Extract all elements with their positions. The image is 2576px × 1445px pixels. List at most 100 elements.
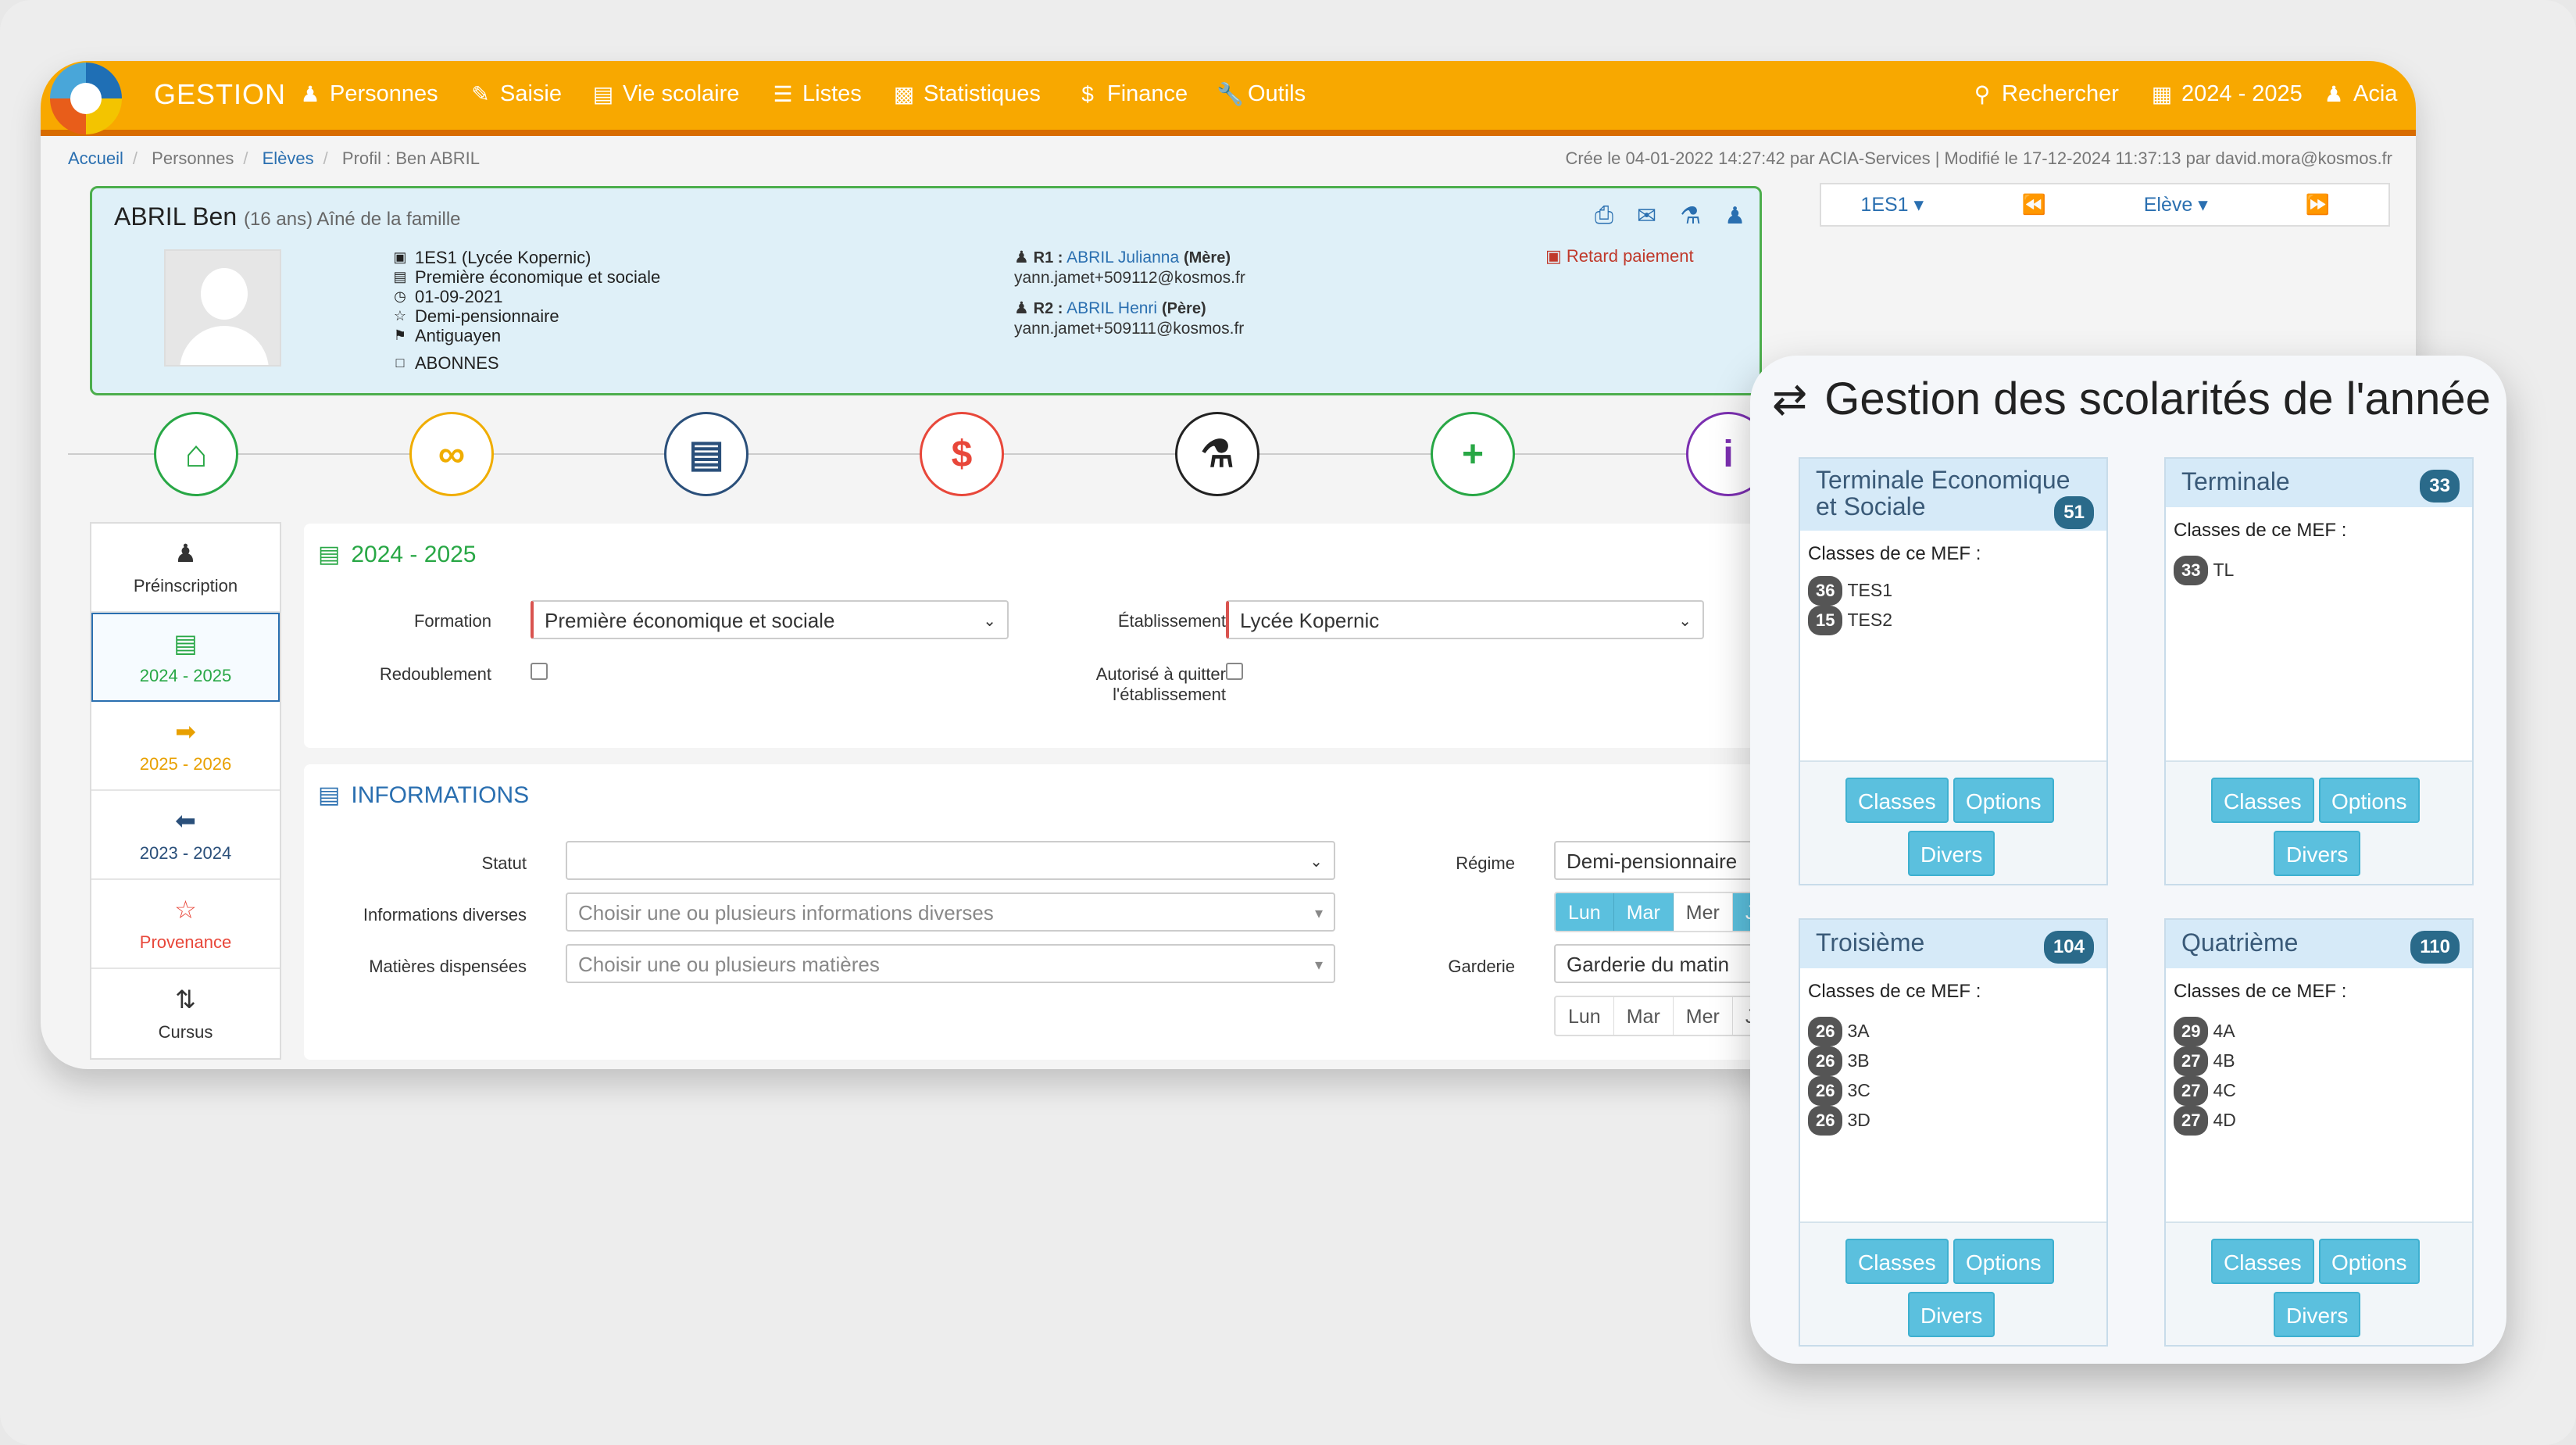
year-selector[interactable]: ▦ 2024 - 2025: [2150, 81, 2303, 107]
sidemenu-cursus[interactable]: ⇅ Cursus: [91, 969, 280, 1058]
flag-icon: ⚑: [393, 327, 407, 343]
matieres-placeholder: Choisir une ou plusieurs matières: [578, 953, 880, 976]
nav-vie-scolaire[interactable]: ▤ Vie scolaire: [591, 81, 740, 107]
eleve-dropdown[interactable]: Elève ▾: [2105, 193, 2247, 216]
search-link[interactable]: ⚲ Rechercher: [1970, 81, 2119, 107]
matieres-select[interactable]: Choisir une ou plusieurs matières ▾: [566, 944, 1335, 983]
list-item[interactable]: 27 4B: [2174, 1046, 2236, 1076]
list-item[interactable]: 26 3C: [1808, 1076, 1870, 1106]
nav-finance[interactable]: $ Finance: [1076, 81, 1188, 107]
cutlery-icon[interactable]: ⚗: [1175, 412, 1259, 496]
sidemenu-2025-2026[interactable]: ➡ 2025 - 2026: [91, 702, 280, 791]
student-navigator: 1ES1 ▾ ⏪ Elève ▾ ⏩: [1820, 183, 2390, 227]
r1-name-link[interactable]: ABRIL Julianna: [1066, 249, 1179, 266]
mef-class-list: 36 TES1 15 TES2: [1808, 576, 1892, 635]
etablissement-select[interactable]: Lycée Kopernic ⌄: [1226, 600, 1704, 639]
bar-chart-icon: ▩: [893, 82, 915, 106]
previous-icon[interactable]: ⏪: [1963, 194, 2106, 216]
divers-button[interactable]: Divers: [2274, 1292, 2361, 1337]
plus-circle-icon[interactable]: +: [1431, 412, 1515, 496]
mef-class-list: 33 TL: [2174, 556, 2234, 585]
day-toggle[interactable]: Mar: [1614, 997, 1674, 1035]
divers-button[interactable]: Divers: [1908, 831, 1995, 876]
list-item[interactable]: 26 3A: [1808, 1017, 1870, 1046]
dollar-icon[interactable]: $: [920, 412, 1004, 496]
day-toggle[interactable]: Lun: [1556, 893, 1614, 931]
nav-saisie[interactable]: ✎ Saisie: [469, 81, 562, 107]
options-button[interactable]: Options: [1953, 1239, 2054, 1284]
infos-diverses-label: Informations diverses: [363, 905, 527, 925]
mef-sub-label: Classes de ce MEF :: [1808, 543, 1981, 564]
divers-button[interactable]: Divers: [1908, 1292, 1995, 1337]
year-label: 2024 - 2025: [2181, 81, 2303, 106]
redoublement-label: Redoublement: [379, 664, 491, 684]
class-count-badge: 27: [2174, 1046, 2209, 1076]
mef-class-list: 26 3A 26 3B 26 3C 26 3D: [1808, 1017, 1870, 1136]
infos-diverses-placeholder: Choisir une ou plusieurs informations di…: [578, 901, 994, 925]
building-icon: ▣: [393, 249, 407, 265]
list-item[interactable]: 29 4A: [2174, 1017, 2236, 1046]
sidemenu-preinscription[interactable]: ♟ Préinscription: [91, 524, 280, 613]
walking-icon: ☆: [393, 308, 407, 324]
nav-outils[interactable]: 🔧 Outils: [1217, 81, 1306, 107]
day-toggle[interactable]: Mer: [1674, 893, 1733, 931]
student-profile-card: ABRIL Ben (16 ans) Aîné de la famille ▣ 1…: [90, 186, 1762, 395]
list-item[interactable]: 26 3D: [1808, 1106, 1870, 1136]
nav-personnes[interactable]: ♟ Personnes: [298, 81, 438, 107]
breadcrumb-accueil[interactable]: Accueil: [68, 148, 123, 168]
list-item[interactable]: 27 4D: [2174, 1106, 2236, 1136]
class-name: 3A: [1847, 1021, 1870, 1041]
redoublement-checkbox[interactable]: [531, 663, 548, 680]
autorise-checkbox[interactable]: [1226, 663, 1243, 680]
day-toggle[interactable]: Mer: [1674, 997, 1733, 1035]
classes-button[interactable]: Classes: [2211, 778, 2314, 823]
sidemenu-2024-2025[interactable]: ▤ 2024 - 2025: [91, 613, 280, 702]
options-button[interactable]: Options: [1953, 778, 2054, 823]
overlay-title: ⇄ Gestion des scolarités de l'année: [1772, 373, 2491, 425]
statut-select[interactable]: ⌄: [566, 841, 1335, 880]
nav-statistiques[interactable]: ▩ Statistiques: [892, 81, 1041, 107]
classes-button[interactable]: Classes: [2211, 1239, 2314, 1284]
options-button[interactable]: Options: [2319, 778, 2420, 823]
brand-title[interactable]: GESTION: [154, 78, 286, 111]
app-logo[interactable]: [50, 63, 122, 134]
r1-email: yann.jamet+509112@kosmos.fr: [1014, 269, 1245, 287]
class-count-badge: 26: [1808, 1076, 1843, 1106]
user-menu[interactable]: ♟ Acia: [2322, 81, 2397, 107]
nav-listes[interactable]: ☰ Listes: [771, 81, 861, 107]
list-item[interactable]: 15 TES2: [1808, 606, 1892, 635]
class-count-badge: 26: [1808, 1046, 1843, 1076]
list-item[interactable]: 26 3B: [1808, 1046, 1870, 1076]
retard-paiement[interactable]: ▣ Retard paiement: [1545, 246, 1694, 266]
day-toggle[interactable]: Mar: [1613, 893, 1674, 931]
r2-name-link[interactable]: ABRIL Henri: [1066, 299, 1157, 317]
day-toggle[interactable]: Lun: [1556, 997, 1614, 1035]
divers-button[interactable]: Divers: [2274, 831, 2361, 876]
briefcase-icon[interactable]: ▤: [664, 412, 749, 496]
list-item[interactable]: 27 4C: [2174, 1076, 2236, 1106]
classes-button[interactable]: Classes: [1845, 1239, 1949, 1284]
list-item[interactable]: 36 TES1: [1808, 576, 1892, 606]
sidemenu-label: 2023 - 2024: [139, 843, 232, 863]
list-item[interactable]: 33 TL: [2174, 556, 2234, 585]
options-button[interactable]: Options: [2319, 1239, 2420, 1284]
breadcrumb-personnes[interactable]: Personnes: [152, 148, 234, 168]
info-date: 01-09-2021: [415, 287, 503, 306]
print-icon[interactable]: ⎙: [1595, 202, 1613, 230]
sidemenu-provenance[interactable]: ☆ Provenance: [91, 880, 280, 969]
classes-button[interactable]: Classes: [1845, 778, 1949, 823]
formation-select[interactable]: Première économique et sociale ⌄: [531, 600, 1009, 639]
class-count-badge: 33: [2174, 556, 2209, 585]
breadcrumb: Accueil / Personnes / Elèves / Profil : Ben…: [68, 148, 480, 168]
matieres-label: Matières dispensées: [369, 957, 527, 976]
breadcrumb-eleves[interactable]: Elèves: [263, 148, 314, 168]
infos-diverses-select[interactable]: Choisir une ou plusieurs informations di…: [566, 892, 1335, 932]
classe-dropdown[interactable]: 1ES1 ▾: [1821, 193, 1963, 216]
home-icon[interactable]: ⌂: [154, 412, 238, 496]
user-settings-icon[interactable]: ♟: [1724, 202, 1745, 230]
next-icon[interactable]: ⏩: [2247, 194, 2389, 216]
cutlery-icon[interactable]: ⚗: [1680, 202, 1701, 230]
mail-icon[interactable]: ✉: [1637, 202, 1656, 230]
link-icon[interactable]: ∞: [409, 412, 494, 496]
sidemenu-2023-2024[interactable]: ⬅ 2023 - 2024: [91, 791, 280, 880]
